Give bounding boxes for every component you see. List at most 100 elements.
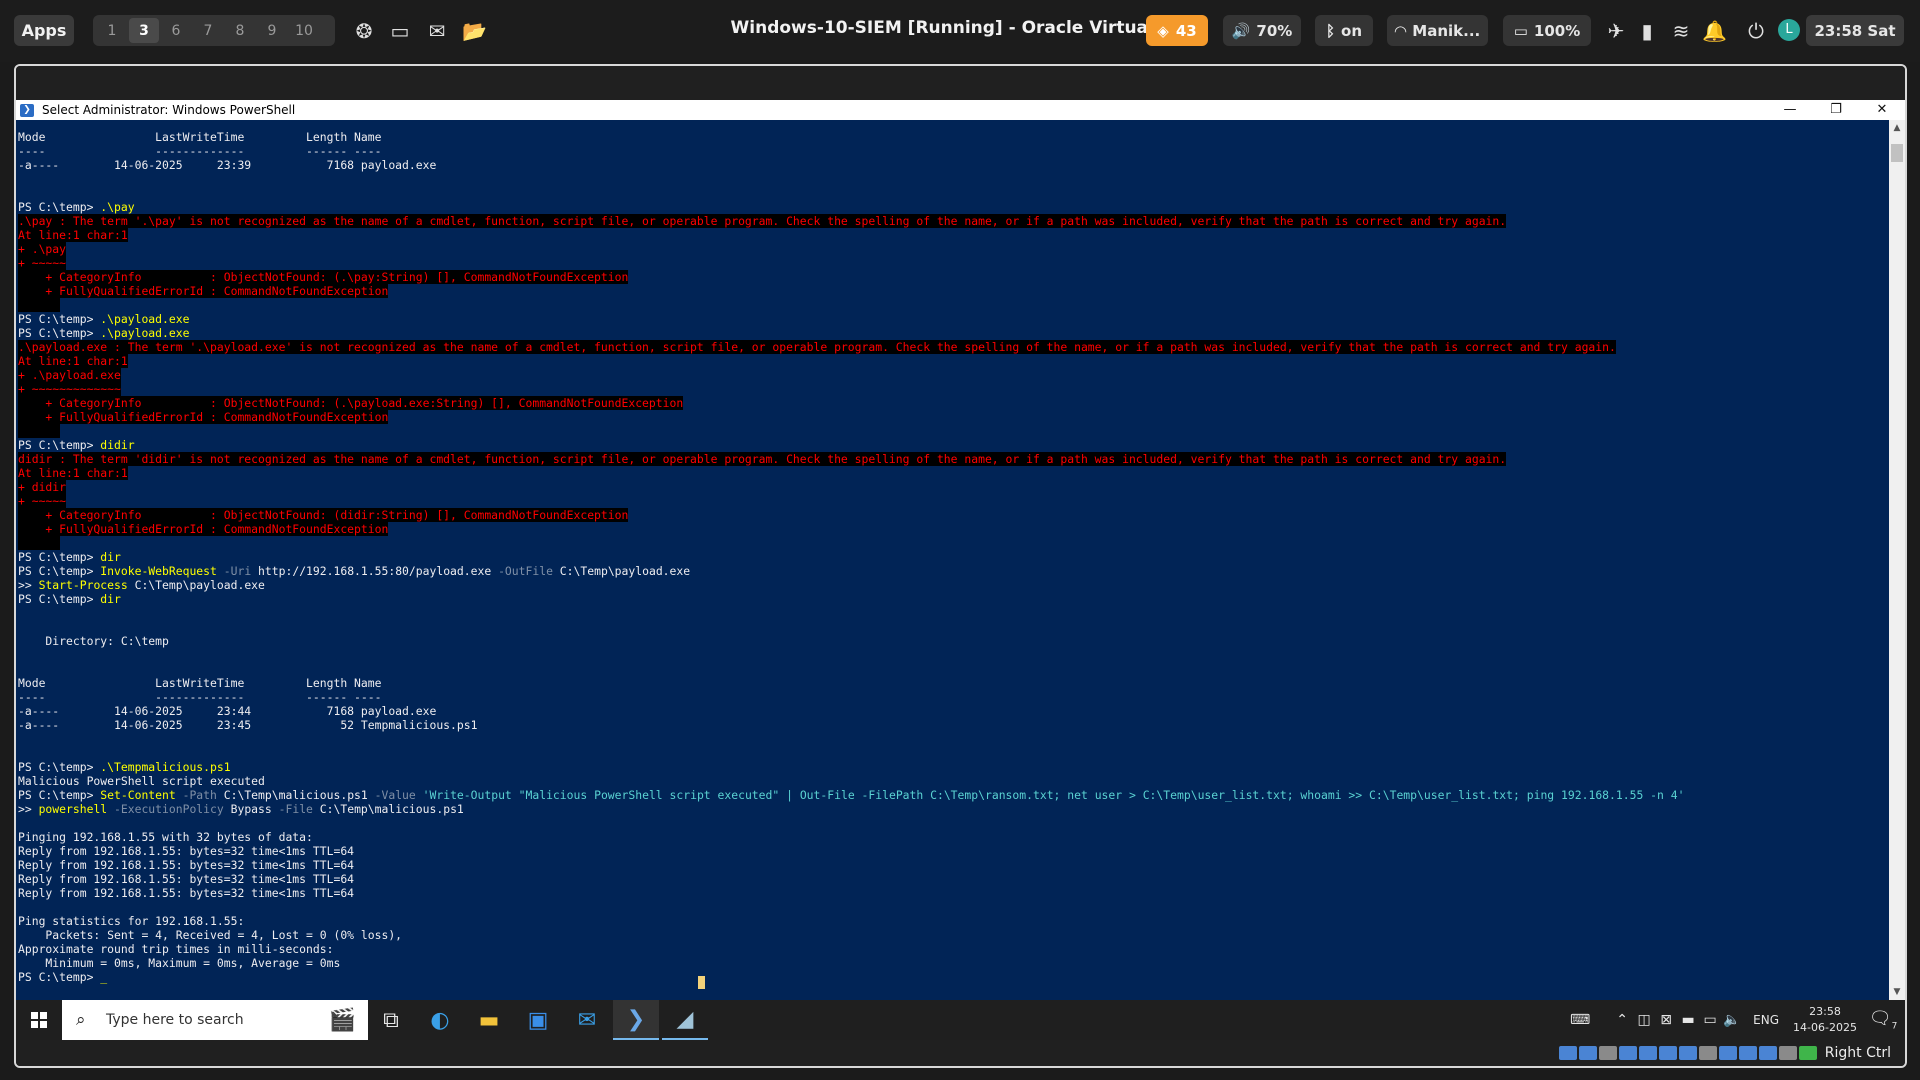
- console-line: + ~~~~~: [18, 494, 1889, 508]
- floppy-icon[interactable]: [1598, 1046, 1617, 1060]
- notification-icon[interactable]: 🗨7: [1861, 1008, 1905, 1032]
- console-text: Reply from 192.168.1.55: bytes=32 time<1…: [18, 886, 355, 900]
- console-scrollbar[interactable]: ▲ ▼: [1889, 120, 1905, 1000]
- window-icon[interactable]: ▭: [388, 19, 412, 43]
- hard-disk-icon[interactable]: [1558, 1046, 1577, 1060]
- console-line: Reply from 192.168.1.55: bytes=32 time<1…: [18, 844, 1889, 858]
- workspace-7[interactable]: 7: [193, 18, 223, 43]
- device-icon[interactable]: ◫: [1633, 1012, 1655, 1028]
- network-icon[interactable]: ▭: [1699, 1012, 1721, 1028]
- audio-icon[interactable]: [1618, 1046, 1637, 1060]
- console-line: + CategoryInfo : ObjectNotFound: (.\pay:…: [18, 270, 1889, 284]
- virtualbox-menubar: [16, 66, 1905, 100]
- language-indicator[interactable]: ENG: [1753, 1013, 1779, 1027]
- console-line: -a---- 14-06-2025 23:45 52 Tempmalicious…: [18, 718, 1889, 732]
- power-icon[interactable]: ⏻: [1744, 19, 1768, 43]
- console-text: Reply from 192.168.1.55: bytes=32 time<1…: [18, 872, 355, 886]
- recording-icon[interactable]: [1738, 1046, 1757, 1060]
- wifi-network: Manik...: [1412, 21, 1481, 40]
- avatar-icon[interactable]: L: [1778, 19, 1800, 41]
- video-capture-icon[interactable]: [1718, 1046, 1737, 1060]
- keyboard-icon[interactable]: ⌨: [1569, 1012, 1591, 1028]
- console-line: Mode LastWriteTime Length Name: [18, 676, 1889, 690]
- console-text: C:\Temp\payload.exe: [127, 578, 265, 592]
- scroll-thumb[interactable]: [1891, 144, 1903, 162]
- openai-icon[interactable]: ❂: [352, 19, 376, 43]
- updates-badge[interactable]: ◈ 43: [1146, 15, 1208, 46]
- mail-app-icon[interactable]: ✉: [564, 1000, 610, 1040]
- edge-icon[interactable]: ◐: [417, 1000, 463, 1040]
- workspace-10[interactable]: 10: [289, 18, 319, 43]
- workspace-3[interactable]: 3: [129, 18, 159, 43]
- folder-icon[interactable]: 📂: [462, 19, 487, 43]
- console-text: Set-Content: [100, 788, 176, 802]
- console-text: -a---- 14-06-2025 23:39 7168 payload.exe: [18, 158, 437, 172]
- powershell-titlebar[interactable]: ❯ Select Administrator: Windows PowerShe…: [16, 100, 1905, 120]
- console-text: ---- ------------- ------ ----: [18, 690, 382, 704]
- volume-indicator[interactable]: 🔊 70%: [1223, 15, 1301, 46]
- console-line: Mode LastWriteTime Length Name: [18, 130, 1889, 144]
- app-taskbar-icon[interactable]: ◢: [662, 1000, 708, 1040]
- console-text: 'Write-Output "Malicious PowerShell scri…: [415, 788, 1685, 802]
- bar-chart-icon[interactable]: ▮: [1635, 19, 1659, 43]
- workspace-8[interactable]: 8: [225, 18, 255, 43]
- close-button[interactable]: ✕: [1859, 100, 1905, 120]
- console-line: + ~~~~~: [18, 256, 1889, 270]
- virtualbox-window: ❯ Select Administrator: Windows PowerShe…: [14, 64, 1907, 1068]
- scroll-down-icon[interactable]: ▼: [1889, 984, 1905, 1000]
- bell-icon[interactable]: 🔔: [1702, 19, 1727, 43]
- search-icon: ⌕: [76, 1010, 86, 1030]
- taskbar-date: 14-06-2025: [1793, 1021, 1857, 1034]
- optical-drive-icon[interactable]: [1578, 1046, 1597, 1060]
- bluetooth-indicator[interactable]: ᛒ on: [1315, 15, 1373, 46]
- scroll-up-icon[interactable]: ▲: [1889, 120, 1905, 136]
- battery-tray-icon[interactable]: ▬: [1677, 1012, 1699, 1028]
- mouse-integration-icon[interactable]: [1778, 1046, 1797, 1060]
- security-icon[interactable]: ⊠: [1655, 1012, 1677, 1028]
- powershell-taskbar-icon[interactable]: ❯: [613, 1000, 659, 1040]
- file-explorer-icon[interactable]: ▬: [466, 1000, 512, 1040]
- powershell-console[interactable]: Mode LastWriteTime Length Name ---- -----…: [16, 120, 1889, 1000]
- battery-indicator[interactable]: ▭ 100%: [1503, 15, 1591, 46]
- workspace-6[interactable]: 6: [161, 18, 191, 43]
- console-text: At line:1 char:1: [18, 228, 128, 242]
- restore-button[interactable]: ❐: [1813, 100, 1859, 120]
- search-placeholder: Type here to search: [106, 1012, 244, 1028]
- console-text: .\payload.exe: [100, 312, 190, 326]
- console-text: Mode LastWriteTime Length Name: [18, 130, 382, 144]
- usb-icon[interactable]: [1658, 1046, 1677, 1060]
- workspace-1[interactable]: 1: [97, 18, 127, 43]
- battery-level: 100%: [1533, 21, 1581, 40]
- console-text: -Path: [175, 788, 217, 802]
- shared-folder-icon[interactable]: [1678, 1046, 1697, 1060]
- plane-icon[interactable]: ✈: [1604, 19, 1628, 43]
- apps-button[interactable]: Apps: [14, 15, 74, 46]
- console-text: PS C:\temp>: [18, 970, 101, 984]
- workspace-9[interactable]: 9: [257, 18, 287, 43]
- console-text: Invoke-WebRequest: [100, 564, 217, 578]
- cpu-icon[interactable]: [1758, 1046, 1777, 1060]
- task-view-icon[interactable]: ⧉: [368, 1000, 414, 1040]
- console-line: Reply from 192.168.1.55: bytes=32 time<1…: [18, 872, 1889, 886]
- display-icon[interactable]: [1698, 1046, 1717, 1060]
- store-icon[interactable]: ▣: [515, 1000, 561, 1040]
- network-adapter-icon[interactable]: [1638, 1046, 1657, 1060]
- mouse-cursor: [698, 976, 705, 989]
- minimize-button[interactable]: —: [1767, 100, 1813, 120]
- show-hidden-icon[interactable]: ⌃: [1611, 1012, 1633, 1028]
- taskbar-clock[interactable]: 23:58 14-06-2025: [1789, 1004, 1861, 1036]
- mail-icon[interactable]: ✉: [425, 19, 449, 43]
- volume-icon[interactable]: 🔈: [1721, 1012, 1743, 1028]
- keyboard-capture-icon[interactable]: [1798, 1046, 1817, 1060]
- console-line: ---- ------------- ------ ----: [18, 690, 1889, 704]
- virtualbox-statusbar: Right Ctrl: [16, 1040, 1905, 1066]
- console-line: Reply from 192.168.1.55: bytes=32 time<1…: [18, 886, 1889, 900]
- layers-icon[interactable]: ≋: [1669, 19, 1693, 43]
- clock[interactable]: 23:58 Sat: [1806, 15, 1904, 46]
- wifi-indicator[interactable]: ◠ Manik...: [1387, 15, 1488, 46]
- start-button[interactable]: [16, 1000, 62, 1040]
- taskbar-search[interactable]: ⌕ Type here to search 🎬: [62, 1000, 368, 1040]
